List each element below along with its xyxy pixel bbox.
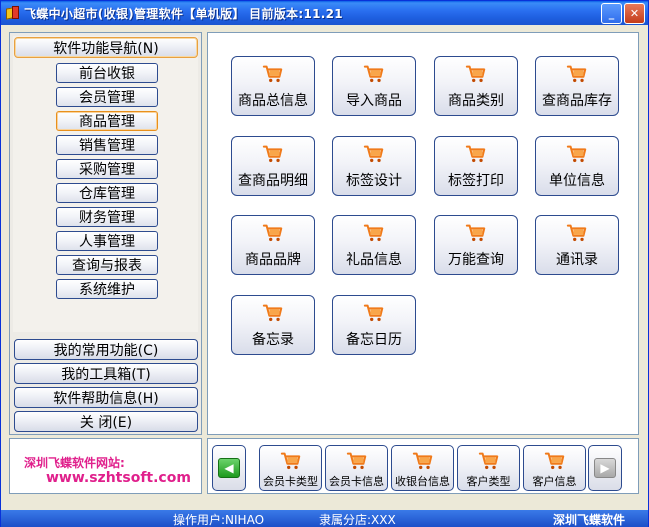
toolbar-button[interactable]: 收银台信息 [391, 445, 454, 491]
nav-item[interactable]: 销售管理 [56, 135, 158, 155]
function-button[interactable]: 商品品牌 [231, 215, 315, 275]
status-bar: 操作用户:NIHAO 隶属分店:XXX 深圳飞蝶软件 [1, 510, 648, 527]
toolbar-button-label: 会员卡类型 [263, 475, 318, 488]
toolbar-button[interactable]: 会员卡信息 [325, 445, 388, 491]
function-button-label: 备忘录 [252, 332, 294, 348]
window-title: 飞蝶中小超市(收银)管理软件【单机版】 目前版本:11.21 [24, 6, 343, 21]
function-button-label: 标签设计 [346, 173, 402, 189]
shopping-cart-icon [262, 143, 284, 165]
toolbar-button[interactable]: 会员卡类型 [259, 445, 322, 491]
function-button[interactable]: 标签打印 [434, 136, 518, 196]
arrow-left-icon: ◀ [218, 458, 240, 478]
left-bottom-button[interactable]: 我的常用功能(C) [14, 339, 198, 360]
toolbar-button-label: 会员卡信息 [329, 475, 384, 488]
app-window: 飞蝶中小超市(收银)管理软件【单机版】 目前版本:11.21 _ ✕ 软件功能导… [0, 0, 649, 527]
shopping-cart-icon [566, 222, 588, 244]
function-button-label: 查商品库存 [542, 93, 612, 109]
nav-item[interactable]: 采购管理 [56, 159, 158, 179]
nav-item[interactable]: 前台收银 [56, 63, 158, 83]
left-bottom-button[interactable]: 关 闭(E) [14, 411, 198, 432]
title-bar[interactable]: 飞蝶中小超市(收银)管理软件【单机版】 目前版本:11.21 _ ✕ [1, 1, 648, 25]
nav-header-button[interactable]: 软件功能导航(N) [14, 37, 198, 58]
function-button[interactable]: 查商品库存 [535, 56, 619, 116]
app-logo-icon [6, 6, 20, 20]
function-button[interactable]: 备忘录 [231, 295, 315, 355]
left-bottom-button[interactable]: 软件帮助信息(H) [14, 387, 198, 408]
toolbar-button-label: 客户信息 [532, 475, 577, 488]
minimize-button[interactable]: _ [601, 3, 622, 24]
status-branch: 隶属分店:XXX [319, 513, 396, 527]
shopping-cart-icon [465, 143, 487, 165]
function-button[interactable]: 标签设计 [332, 136, 416, 196]
nav-item[interactable]: 系统维护 [56, 279, 158, 299]
function-button[interactable]: 备忘日历 [332, 295, 416, 355]
function-button-label: 单位信息 [549, 173, 605, 189]
function-button-label: 导入商品 [346, 93, 402, 109]
function-button-label: 备忘日历 [346, 332, 402, 348]
function-button[interactable]: 商品类别 [434, 56, 518, 116]
shopping-cart-icon [465, 222, 487, 244]
nav-item[interactable]: 查询与报表 [56, 255, 158, 275]
website-url[interactable]: www.szhtsoft.com [46, 470, 191, 486]
shopping-cart-icon [363, 222, 385, 244]
function-button[interactable]: 导入商品 [332, 56, 416, 116]
toolbar-button[interactable]: 客户信息 [523, 445, 586, 491]
toolbar-button-label: 收银台信息 [395, 475, 450, 488]
function-button[interactable]: 商品总信息 [231, 56, 315, 116]
shopping-cart-icon [262, 63, 284, 85]
function-button[interactable]: 查商品明细 [231, 136, 315, 196]
shopping-cart-icon [566, 143, 588, 165]
shopping-cart-icon [412, 450, 434, 472]
toolbar-button-label: 客户类型 [466, 475, 511, 488]
shopping-cart-icon [566, 63, 588, 85]
function-button[interactable]: 单位信息 [535, 136, 619, 196]
shopping-cart-icon [346, 450, 368, 472]
function-button-label: 万能查询 [448, 252, 504, 268]
shopping-cart-icon [363, 302, 385, 324]
toolbar-button[interactable]: 客户类型 [457, 445, 520, 491]
function-button-label: 通讯录 [556, 252, 598, 268]
function-button[interactable]: 礼品信息 [332, 215, 416, 275]
arrow-right-icon: ▶ [594, 458, 616, 478]
nav-item[interactable]: 财务管理 [56, 207, 158, 227]
function-button[interactable]: 万能查询 [434, 215, 518, 275]
shopping-cart-icon [363, 63, 385, 85]
nav-item[interactable]: 商品管理 [56, 111, 158, 131]
shopping-cart-icon [262, 302, 284, 324]
function-button-label: 查商品明细 [238, 173, 308, 189]
nav-item[interactable]: 会员管理 [56, 87, 158, 107]
website-label: 深圳飞蝶软件网站: [24, 456, 125, 470]
bottom-toolbar: ◀ ▶ 会员卡类型 会员卡信息 收银台信息 客户类型 客户信息 [207, 438, 639, 494]
function-button-label: 商品总信息 [238, 93, 308, 109]
shopping-cart-icon [280, 450, 302, 472]
next-page-button[interactable]: ▶ [588, 445, 622, 491]
nav-item[interactable]: 人事管理 [56, 231, 158, 251]
shopping-cart-icon [478, 450, 500, 472]
shopping-cart-icon [262, 222, 284, 244]
website-box: 深圳飞蝶软件网站: www.szhtsoft.com [9, 438, 202, 494]
function-button-label: 商品品牌 [245, 252, 301, 268]
shopping-cart-icon [544, 450, 566, 472]
close-button[interactable]: ✕ [624, 3, 645, 24]
function-button-label: 礼品信息 [346, 252, 402, 268]
function-button-label: 标签打印 [448, 173, 504, 189]
status-operator: 操作用户:NIHAO [173, 513, 265, 527]
prev-page-button[interactable]: ◀ [212, 445, 246, 491]
nav-item[interactable]: 仓库管理 [56, 183, 158, 203]
left-bottom-button[interactable]: 我的工具箱(T) [14, 363, 198, 384]
shopping-cart-icon [465, 63, 487, 85]
function-grid-area: 商品总信息 导入商品 商品类别 查商品库存查商品明细 标签设计 标签打印 单位信息商品品牌 礼… [207, 32, 639, 435]
left-navigation-panel: 软件功能导航(N) 前台收银会员管理商品管理销售管理采购管理仓库管理财务管理人事… [9, 32, 202, 435]
function-button[interactable]: 通讯录 [535, 215, 619, 275]
shopping-cart-icon [363, 143, 385, 165]
function-button-label: 商品类别 [448, 93, 504, 109]
status-company: 深圳飞蝶软件 [553, 513, 626, 527]
